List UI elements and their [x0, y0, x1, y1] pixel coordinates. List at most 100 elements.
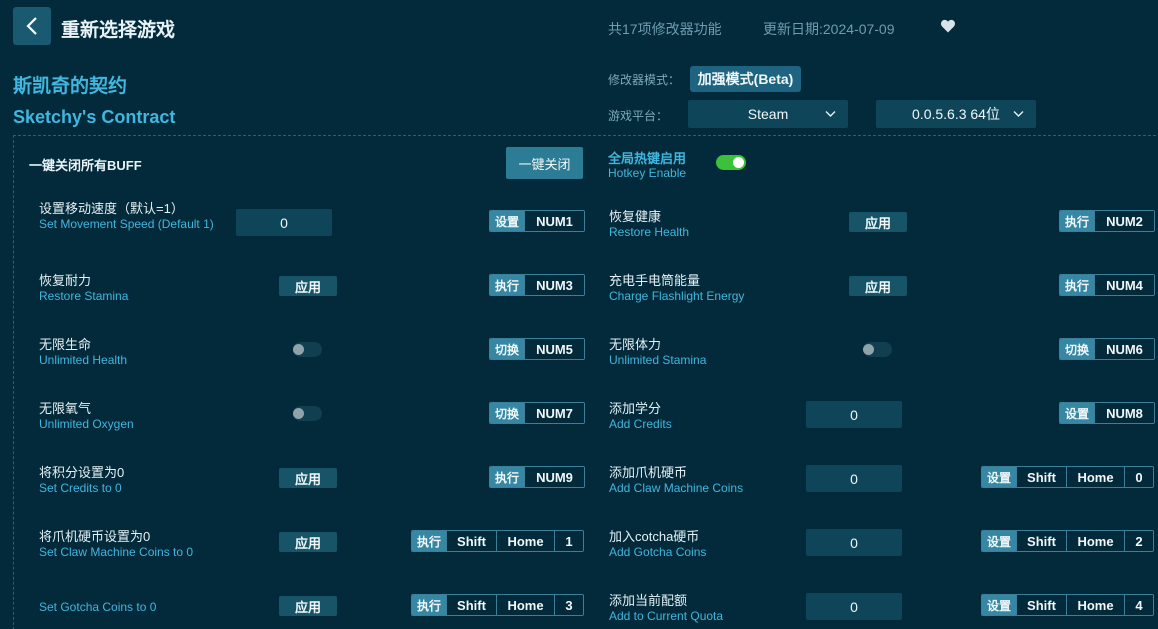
hotkey-key: 0 [1124, 467, 1153, 487]
hotkey-label-cn: 全局热键启用 [608, 151, 687, 166]
option-label-cn: 设置移动速度（默认=1） [39, 201, 184, 216]
platform-label: 游戏平台： [608, 109, 669, 123]
unlimited-health-toggle[interactable] [293, 342, 322, 357]
option-label-en: Add Claw Machine Coins [609, 481, 744, 495]
add-claw-coins-input[interactable]: 0 [806, 465, 902, 492]
chevron-left-icon [26, 17, 37, 35]
version-select[interactable]: 0.0.5.6.3 64位 [876, 100, 1036, 128]
add-gotcha-coins-input[interactable]: 0 [806, 529, 902, 556]
version-value: 0.0.5.6.3 64位 [912, 106, 1000, 122]
hotkey-action: 设置 [982, 595, 1016, 615]
hotkey-key: Shift [1016, 595, 1066, 615]
option-label-cn: 恢复耐力 [39, 273, 92, 288]
hotkey-key: NUM8 [1094, 403, 1154, 423]
hotkey-key: Home [1066, 467, 1124, 487]
platform-select[interactable]: Steam [688, 100, 848, 128]
option-label-en: Set Gotcha Coins to 0 [39, 600, 157, 614]
chevron-down-icon [1013, 111, 1024, 117]
back-button[interactable] [13, 7, 51, 45]
close-all-button[interactable]: 一键关闭 [506, 147, 583, 179]
hotkey-action: 设置 [982, 531, 1016, 551]
option-label-en: Set Movement Speed (Default 1) [39, 217, 214, 231]
hotkey-key: NUM1 [524, 211, 584, 231]
hotkey-action: 设置 [490, 211, 524, 231]
hotkey-group[interactable]: 执行 NUM4 [1059, 274, 1155, 296]
option-label-cn: 加入cotcha硬币 [609, 529, 700, 544]
hotkey-group[interactable]: 执行 NUM2 [1059, 210, 1155, 232]
hotkey-label-en: Hotkey Enable [608, 166, 687, 180]
hotkey-key: Home [496, 531, 554, 551]
hotkey-group[interactable]: 切换 NUM7 [489, 402, 585, 424]
option-label-en: Unlimited Oxygen [39, 417, 134, 431]
option-label-cn: 添加学分 [609, 401, 662, 416]
option-label-en: Add to Current Quota [609, 609, 724, 623]
hotkey-group[interactable]: 切换 NUM5 [489, 338, 585, 360]
flashlight-apply-button[interactable]: 应用 [849, 276, 907, 296]
hotkey-action: 切换 [490, 339, 524, 359]
option-label-en: Charge Flashlight Energy [609, 289, 745, 303]
hotkey-group[interactable]: 切换 NUM6 [1059, 338, 1155, 360]
set-credits-apply-button[interactable]: 应用 [279, 468, 337, 488]
hotkey-action: 执行 [490, 467, 524, 487]
hotkey-key: 2 [1124, 531, 1153, 551]
option-label-en: Restore Health [609, 225, 690, 239]
hotkey-key: NUM6 [1094, 339, 1154, 359]
hotkey-key: Shift [446, 531, 496, 551]
set-claw-coins-apply-button[interactable]: 应用 [279, 532, 337, 552]
game-title-cn: 斯凯奇的契约 [13, 76, 128, 97]
hotkey-action: 设置 [982, 467, 1016, 487]
option-label-cn: 将积分设置为0 [39, 465, 125, 480]
chevron-down-icon [825, 111, 836, 117]
feature-count: 共17项修改器功能 [608, 21, 722, 37]
hotkey-key: NUM2 [1094, 211, 1154, 231]
hotkey-group[interactable]: 设置 Shift Home 2 [981, 530, 1154, 552]
hotkey-key: Shift [1016, 467, 1066, 487]
option-label-en: Unlimited Health [39, 353, 128, 367]
hotkey-action: 切换 [1060, 339, 1094, 359]
option-label-cn: 恢复健康 [609, 209, 662, 224]
hotkey-key: NUM4 [1094, 275, 1154, 295]
unlimited-oxygen-toggle[interactable] [293, 406, 322, 421]
heart-icon[interactable] [940, 18, 956, 34]
hotkey-toggle[interactable] [716, 155, 746, 170]
hotkey-key: Home [1066, 595, 1124, 615]
hotkey-group[interactable]: 设置 Shift Home 4 [981, 594, 1154, 616]
set-gotcha-coins-apply-button[interactable]: 应用 [279, 596, 337, 616]
option-label-cn: 充电手电筒能量 [609, 273, 701, 288]
hotkey-key: NUM5 [524, 339, 584, 359]
option-label-en: Restore Stamina [39, 289, 129, 303]
option-label-cn: 添加爪机硬币 [609, 465, 688, 480]
hotkey-group[interactable]: 设置 NUM8 [1059, 402, 1155, 424]
hotkey-action: 切换 [490, 403, 524, 423]
option-label-en: Set Credits to 0 [39, 481, 122, 495]
hotkey-action: 设置 [1060, 403, 1094, 423]
restore-health-apply-button[interactable]: 应用 [849, 212, 907, 232]
option-label-en: Set Claw Machine Coins to 0 [39, 545, 194, 559]
hotkey-key: Shift [1016, 531, 1066, 551]
hotkey-group[interactable]: 执行 Shift Home 1 [411, 530, 584, 552]
hotkey-group[interactable]: 执行 NUM9 [489, 466, 585, 488]
hotkey-key: 3 [554, 595, 583, 615]
mode-badge[interactable]: 加强模式(Beta) [690, 66, 801, 92]
mode-label: 修改器模式： [608, 73, 681, 87]
game-title-en: Sketchy's Contract [13, 107, 176, 127]
restore-stamina-apply-button[interactable]: 应用 [279, 276, 337, 296]
hotkey-key: Home [1066, 531, 1124, 551]
hotkey-group[interactable]: 设置 Shift Home 0 [981, 466, 1154, 488]
hotkey-group[interactable]: 设置 NUM1 [489, 210, 585, 232]
hotkey-group[interactable]: 执行 NUM3 [489, 274, 585, 296]
option-label-en: Unlimited Stamina [609, 353, 707, 367]
hotkey-action: 执行 [412, 595, 446, 615]
option-label-cn: 无限生命 [39, 337, 92, 352]
movement-speed-input[interactable]: 0 [236, 209, 332, 236]
add-quota-input[interactable]: 0 [806, 593, 902, 620]
update-date: 更新日期:2024-07-09 [763, 21, 895, 37]
hotkey-group[interactable]: 执行 Shift Home 3 [411, 594, 584, 616]
hotkey-action: 执行 [490, 275, 524, 295]
hotkey-key: 4 [1124, 595, 1153, 615]
hotkey-key: 1 [554, 531, 583, 551]
hotkey-key: NUM3 [524, 275, 584, 295]
unlimited-stamina-toggle[interactable] [863, 342, 892, 357]
add-credits-input[interactable]: 0 [806, 401, 902, 428]
hotkey-key: NUM7 [524, 403, 584, 423]
